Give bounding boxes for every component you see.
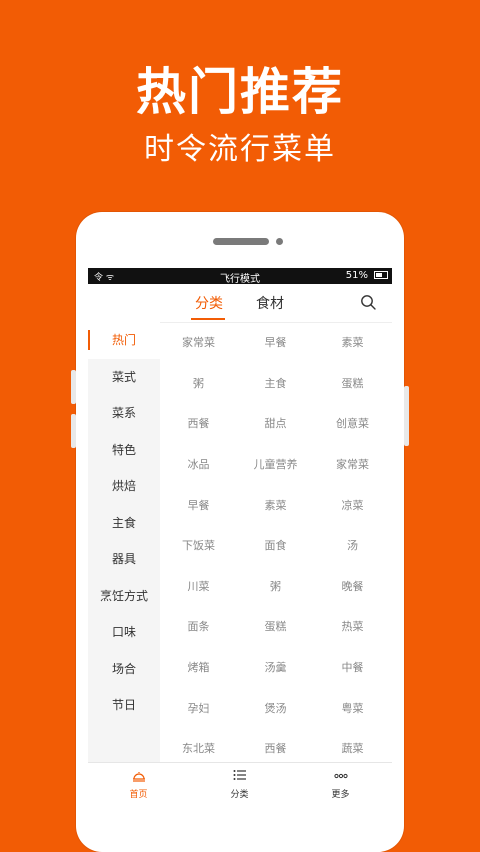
- category-item[interactable]: 器具: [88, 541, 160, 578]
- nav-home-label: 首页: [129, 790, 148, 800]
- battery-icon: [374, 271, 388, 279]
- grid-item[interactable]: 儿童营养: [237, 456, 314, 472]
- grid-item[interactable]: 汤羹: [237, 659, 314, 675]
- category-item[interactable]: 场合: [88, 651, 160, 688]
- grid-item[interactable]: 早餐: [237, 334, 314, 350]
- grid-item[interactable]: 早餐: [160, 497, 237, 513]
- grid-item[interactable]: 家常菜: [160, 334, 237, 350]
- home-icon: [133, 772, 145, 782]
- grid-item[interactable]: 面食: [237, 537, 314, 553]
- category-item[interactable]: 烘焙: [88, 468, 160, 505]
- grid-item[interactable]: 甜点: [237, 415, 314, 431]
- grid-item[interactable]: 孕妇: [160, 700, 237, 716]
- nav-category-label: 分类: [230, 790, 249, 800]
- grid-row: 早餐 素菜 凉菜: [160, 484, 392, 525]
- grid-item[interactable]: 热菜: [314, 618, 391, 634]
- phone-side-button-left: [71, 414, 76, 448]
- grid-row: 面条 蛋糕 热菜: [160, 606, 392, 647]
- grid-row: 西餐 甜点 创意菜: [160, 403, 392, 444]
- grid-row: 烤箱 汤羹 中餐: [160, 647, 392, 688]
- grid-item[interactable]: 东北菜: [160, 740, 237, 756]
- app-screen: 令 ᯤ 飞行模式 51% 分类 食材 热门 菜式 菜系 特色 烘焙 主食 器具 烹饪方式 口味场…: [88, 268, 392, 800]
- grid-item[interactable]: 汤: [314, 537, 391, 553]
- grid-item[interactable]: 面条: [160, 618, 237, 634]
- grid-item[interactable]: 主食: [237, 375, 314, 391]
- nav-more[interactable]: 更多: [290, 763, 391, 800]
- grid-row: 川菜粥晚餐: [160, 566, 392, 607]
- category-item[interactable]: 菜系: [88, 395, 160, 432]
- grid-item[interactable]: 创意菜: [314, 415, 391, 431]
- nav-home[interactable]: 首页: [88, 763, 189, 800]
- nav-category[interactable]: 分类: [189, 763, 290, 800]
- grid-row: 冰品 儿童营养 家常菜: [160, 444, 392, 485]
- promo-headline: 热门推荐: [136, 63, 344, 121]
- list-icon: [233, 770, 246, 780]
- category-item[interactable]: 烹饪方式: [88, 578, 160, 615]
- category-item[interactable]: 口味: [88, 614, 160, 651]
- grid-item[interactable]: 烤箱: [160, 659, 237, 675]
- grid-item[interactable]: 蛋糕: [237, 618, 314, 634]
- top-tabs: 分类 食材: [88, 284, 392, 323]
- item-grid: 家常菜 早餐 素菜粥主食 蛋糕 西餐 甜点 创意菜 冰品 儿童营养 家常菜 早餐 素菜 凉菜 下饭菜 面食汤…: [160, 322, 392, 762]
- grid-item[interactable]: 晚餐: [314, 578, 391, 594]
- grid-item[interactable]: 煲汤: [237, 700, 314, 716]
- grid-item[interactable]: 蔬菜: [314, 740, 391, 756]
- category-item[interactable]: 节日: [88, 687, 160, 724]
- phone-camera: [276, 238, 283, 245]
- search-icon[interactable]: [360, 294, 376, 310]
- tab-ingredients[interactable]: 食材: [256, 293, 284, 313]
- tab-active-indicator: [191, 318, 225, 320]
- grid-item[interactable]: 西餐: [237, 740, 314, 756]
- phone-side-button-left: [71, 370, 76, 404]
- grid-row: 孕妇 煲汤 粤菜: [160, 687, 392, 728]
- grid-item[interactable]: 粤菜: [314, 700, 391, 716]
- nav-more-label: 更多: [331, 790, 350, 800]
- category-item[interactable]: 菜式: [88, 359, 160, 396]
- phone-side-button-right: [404, 386, 409, 446]
- category-item[interactable]: 特色: [88, 432, 160, 469]
- grid-item[interactable]: 下饭菜: [160, 537, 237, 553]
- grid-item[interactable]: 西餐: [160, 415, 237, 431]
- bottom-nav: 首页 分类 更多: [88, 762, 392, 800]
- grid-item[interactable]: 中餐: [314, 659, 391, 675]
- status-bar: 令 ᯤ 飞行模式 51%: [88, 268, 392, 285]
- category-sidebar: 热门 菜式 菜系 特色 烘焙 主食 器具 烹饪方式 口味 场合 节日: [88, 322, 160, 800]
- more-icon: [334, 773, 348, 779]
- grid-item[interactable]: 粥: [160, 375, 237, 391]
- grid-item[interactable]: 素菜: [314, 334, 391, 350]
- promo-subline: 时令流行菜单: [144, 132, 336, 167]
- grid-item[interactable]: 粥: [237, 578, 314, 594]
- grid-row: 下饭菜 面食汤: [160, 525, 392, 566]
- battery-percent: 51%: [345, 270, 368, 281]
- grid-row: 东北菜 西餐 蔬菜: [160, 728, 392, 762]
- grid-row: 家常菜 早餐 素菜: [160, 322, 392, 363]
- tab-category[interactable]: 分类: [195, 293, 223, 313]
- category-item[interactable]: 主食: [88, 505, 160, 542]
- grid-item[interactable]: 蛋糕: [314, 375, 391, 391]
- grid-item[interactable]: 凉菜: [314, 497, 391, 513]
- grid-item[interactable]: 家常菜: [314, 456, 391, 472]
- grid-item[interactable]: 冰品: [160, 456, 237, 472]
- phone-speaker: [213, 238, 269, 245]
- grid-item[interactable]: 川菜: [160, 578, 237, 594]
- category-item[interactable]: 热门: [88, 322, 160, 359]
- grid-item[interactable]: 素菜: [237, 497, 314, 513]
- grid-row: 粥主食 蛋糕: [160, 363, 392, 404]
